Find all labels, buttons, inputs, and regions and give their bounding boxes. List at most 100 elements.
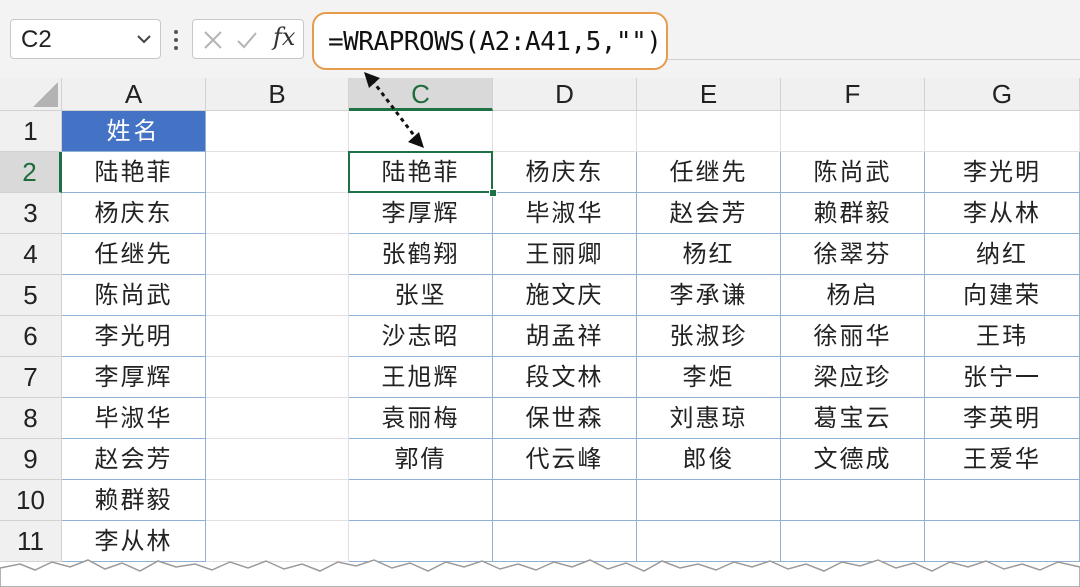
cell-e3[interactable]: 赵会芳 bbox=[637, 193, 781, 234]
cell-f5[interactable]: 杨启 bbox=[781, 275, 925, 316]
double-arrow-icon bbox=[364, 72, 424, 148]
cell-c3[interactable]: 李厚辉 bbox=[349, 193, 493, 234]
cell-f1[interactable] bbox=[781, 111, 925, 152]
cell-e7[interactable]: 李炬 bbox=[637, 357, 781, 398]
cell-g10[interactable] bbox=[925, 480, 1080, 521]
cell-c4[interactable]: 张鹤翔 bbox=[349, 234, 493, 275]
cell-e5[interactable]: 李承谦 bbox=[637, 275, 781, 316]
cell-d7[interactable]: 段文林 bbox=[493, 357, 637, 398]
cell-b4[interactable] bbox=[206, 234, 349, 275]
cell-d5[interactable]: 施文庆 bbox=[493, 275, 637, 316]
cell-a8[interactable]: 毕淑华 bbox=[62, 398, 206, 439]
cell-g2[interactable]: 李光明 bbox=[925, 152, 1080, 193]
cell-g5[interactable]: 向建荣 bbox=[925, 275, 1080, 316]
more-options-icon[interactable] bbox=[172, 26, 180, 54]
cell-f3[interactable]: 赖群毅 bbox=[781, 193, 925, 234]
cell-a7[interactable]: 李厚辉 bbox=[62, 357, 206, 398]
column-header-f[interactable]: F bbox=[781, 78, 925, 111]
row-header-1[interactable]: 1 bbox=[0, 111, 62, 152]
column-header-e[interactable]: E bbox=[637, 78, 781, 111]
cell-b2[interactable] bbox=[206, 152, 349, 193]
cell-c7[interactable]: 王旭辉 bbox=[349, 357, 493, 398]
formula-bar-divider bbox=[668, 59, 1080, 60]
row-header-8[interactable]: 8 bbox=[0, 398, 62, 439]
cell-g3[interactable]: 李从林 bbox=[925, 193, 1080, 234]
select-all-icon bbox=[33, 82, 58, 107]
chevron-down-icon[interactable] bbox=[134, 29, 154, 49]
cell-b6[interactable] bbox=[206, 316, 349, 357]
cell-d6[interactable]: 胡孟祥 bbox=[493, 316, 637, 357]
cell-f10[interactable] bbox=[781, 480, 925, 521]
cell-b8[interactable] bbox=[206, 398, 349, 439]
cell-c10[interactable] bbox=[349, 480, 493, 521]
cell-c9[interactable]: 郭倩 bbox=[349, 439, 493, 480]
cell-g6[interactable]: 王玮 bbox=[925, 316, 1080, 357]
column-header-b[interactable]: B bbox=[206, 78, 349, 111]
cell-e9[interactable]: 郎俊 bbox=[637, 439, 781, 480]
cell-a2[interactable]: 陆艳菲 bbox=[62, 152, 206, 193]
cell-d4[interactable]: 王丽卿 bbox=[493, 234, 637, 275]
cell-f7[interactable]: 梁应珍 bbox=[781, 357, 925, 398]
cell-e4[interactable]: 杨红 bbox=[637, 234, 781, 275]
row-header-4[interactable]: 4 bbox=[0, 234, 62, 275]
row-header-7[interactable]: 7 bbox=[0, 357, 62, 398]
formula-actions: fx bbox=[192, 19, 304, 59]
cell-f4[interactable]: 徐翠芬 bbox=[781, 234, 925, 275]
cell-e8[interactable]: 刘惠琼 bbox=[637, 398, 781, 439]
confirm-icon[interactable] bbox=[235, 28, 259, 52]
column-header-a[interactable]: A bbox=[62, 78, 206, 111]
cell-b10[interactable] bbox=[206, 480, 349, 521]
cell-c8[interactable]: 袁丽梅 bbox=[349, 398, 493, 439]
cell-g8[interactable]: 李英明 bbox=[925, 398, 1080, 439]
cell-g1[interactable] bbox=[925, 111, 1080, 152]
cell-f2[interactable]: 陈尚武 bbox=[781, 152, 925, 193]
cell-d1[interactable] bbox=[493, 111, 637, 152]
formula-input[interactable]: =WRAPROWS(A2:A41,5,"") bbox=[312, 12, 668, 70]
cell-g9[interactable]: 王爱华 bbox=[925, 439, 1080, 480]
cell-g4[interactable]: 纳红 bbox=[925, 234, 1080, 275]
cell-b9[interactable] bbox=[206, 439, 349, 480]
name-box[interactable]: C2 bbox=[10, 19, 161, 59]
cell-a6[interactable]: 李光明 bbox=[62, 316, 206, 357]
cell-b7[interactable] bbox=[206, 357, 349, 398]
cell-e10[interactable] bbox=[637, 480, 781, 521]
cell-b5[interactable] bbox=[206, 275, 349, 316]
row-header-2[interactable]: 2 bbox=[0, 152, 62, 193]
cell-a10[interactable]: 赖群毅 bbox=[62, 480, 206, 521]
cell-f8[interactable]: 葛宝云 bbox=[781, 398, 925, 439]
cell-c5[interactable]: 张坚 bbox=[349, 275, 493, 316]
row-header-3[interactable]: 3 bbox=[0, 193, 62, 234]
cell-e2[interactable]: 任继先 bbox=[637, 152, 781, 193]
insert-function-icon[interactable]: fx bbox=[273, 23, 295, 51]
cell-f9[interactable]: 文德成 bbox=[781, 439, 925, 480]
cell-b3[interactable] bbox=[206, 193, 349, 234]
torn-edge bbox=[0, 559, 1080, 587]
fill-handle[interactable] bbox=[489, 189, 497, 197]
cell-d10[interactable] bbox=[493, 480, 637, 521]
spreadsheet-grid[interactable]: A B C D E F G 1 2 3 4 5 6 7 8 9 10 11 姓名 陆艳菲 陆艳菲 杨庆东 任继先 陈尚武 李光明… bbox=[0, 78, 1080, 587]
cell-d8[interactable]: 保世森 bbox=[493, 398, 637, 439]
column-header-d[interactable]: D bbox=[493, 78, 637, 111]
cell-a4[interactable]: 任继先 bbox=[62, 234, 206, 275]
cell-a9[interactable]: 赵会芳 bbox=[62, 439, 206, 480]
row-header-6[interactable]: 6 bbox=[0, 316, 62, 357]
cell-a1[interactable]: 姓名 bbox=[62, 111, 206, 152]
column-header-g[interactable]: G bbox=[925, 78, 1080, 111]
row-header-5[interactable]: 5 bbox=[0, 275, 62, 316]
cell-b1[interactable] bbox=[206, 111, 349, 152]
select-all-corner[interactable] bbox=[0, 78, 62, 111]
row-header-9[interactable]: 9 bbox=[0, 439, 62, 480]
cell-g7[interactable]: 张宁一 bbox=[925, 357, 1080, 398]
row-header-10[interactable]: 10 bbox=[0, 480, 62, 521]
cell-e1[interactable] bbox=[637, 111, 781, 152]
cell-e6[interactable]: 张淑珍 bbox=[637, 316, 781, 357]
cell-c6[interactable]: 沙志昭 bbox=[349, 316, 493, 357]
cell-a5[interactable]: 陈尚武 bbox=[62, 275, 206, 316]
cancel-icon[interactable] bbox=[201, 28, 225, 52]
formula-text: =WRAPROWS(A2:A41,5,"") bbox=[328, 27, 662, 57]
cell-d3[interactable]: 毕淑华 bbox=[493, 193, 637, 234]
cell-f6[interactable]: 徐丽华 bbox=[781, 316, 925, 357]
cell-d2[interactable]: 杨庆东 bbox=[493, 152, 637, 193]
cell-d9[interactable]: 代云峰 bbox=[493, 439, 637, 480]
cell-a3[interactable]: 杨庆东 bbox=[62, 193, 206, 234]
